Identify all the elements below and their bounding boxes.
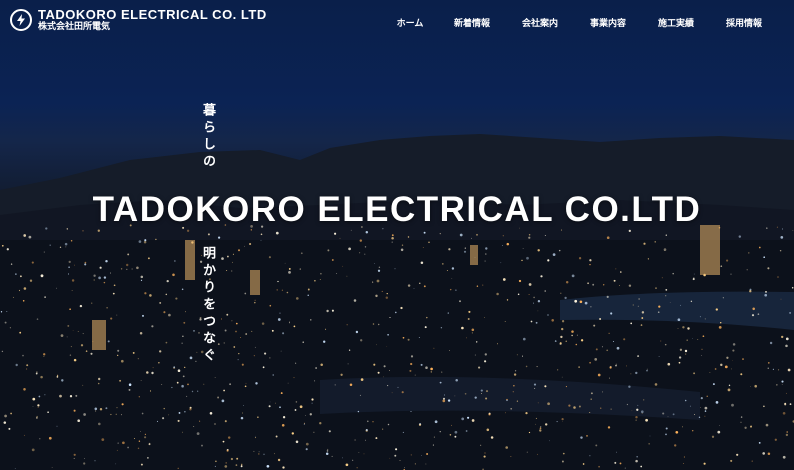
main-nav: ホーム 新着情報 会社案内 事業内容 施工実績 採用情報 [382,16,778,29]
nav-recruit[interactable]: 採用情報 [710,16,778,29]
nav-business[interactable]: 事業内容 [574,16,642,29]
nav-home[interactable]: ホーム [382,16,438,29]
brand-name-en: TADOKORO ELECTRICAL CO. LTD [38,7,267,22]
nav-news[interactable]: 新着情報 [438,16,506,29]
brand-logo[interactable]: TADOKORO ELECTRICAL CO. LTD 株式会社田所電気 [10,8,267,32]
nav-works[interactable]: 施工実績 [642,16,710,29]
hero-tagline-top: 暮らしの [200,103,215,171]
nav-company[interactable]: 会社案内 [506,16,574,29]
hero-title: TADOKORO ELECTRICAL CO.LTD [92,190,702,229]
city-lights [0,224,794,470]
brand-name-ja: 株式会社田所電気 [38,22,111,32]
hero-background [0,0,794,470]
hero-tagline-bottom: 明かりをつなぐ [200,246,215,365]
lightning-circle-icon [10,9,32,31]
